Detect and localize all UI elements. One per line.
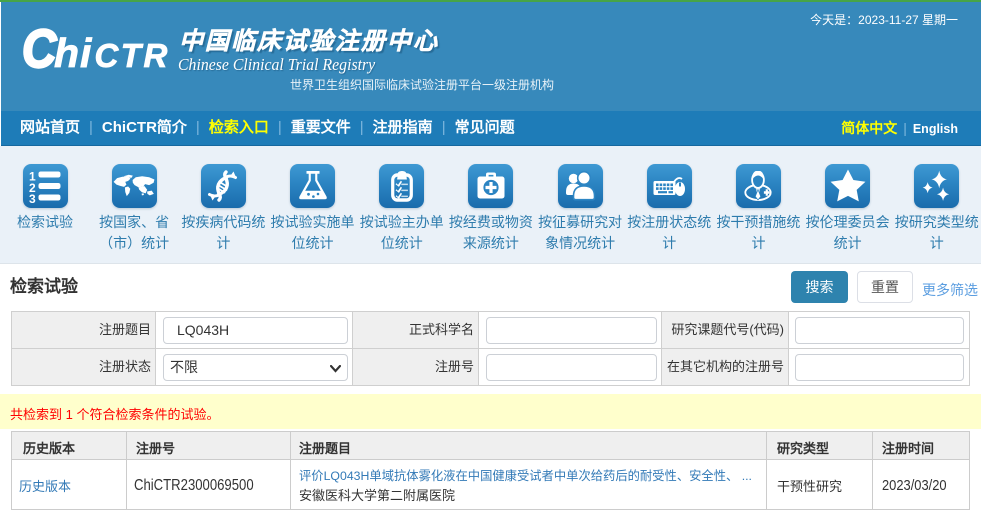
svg-text:3: 3 [29,192,36,203]
